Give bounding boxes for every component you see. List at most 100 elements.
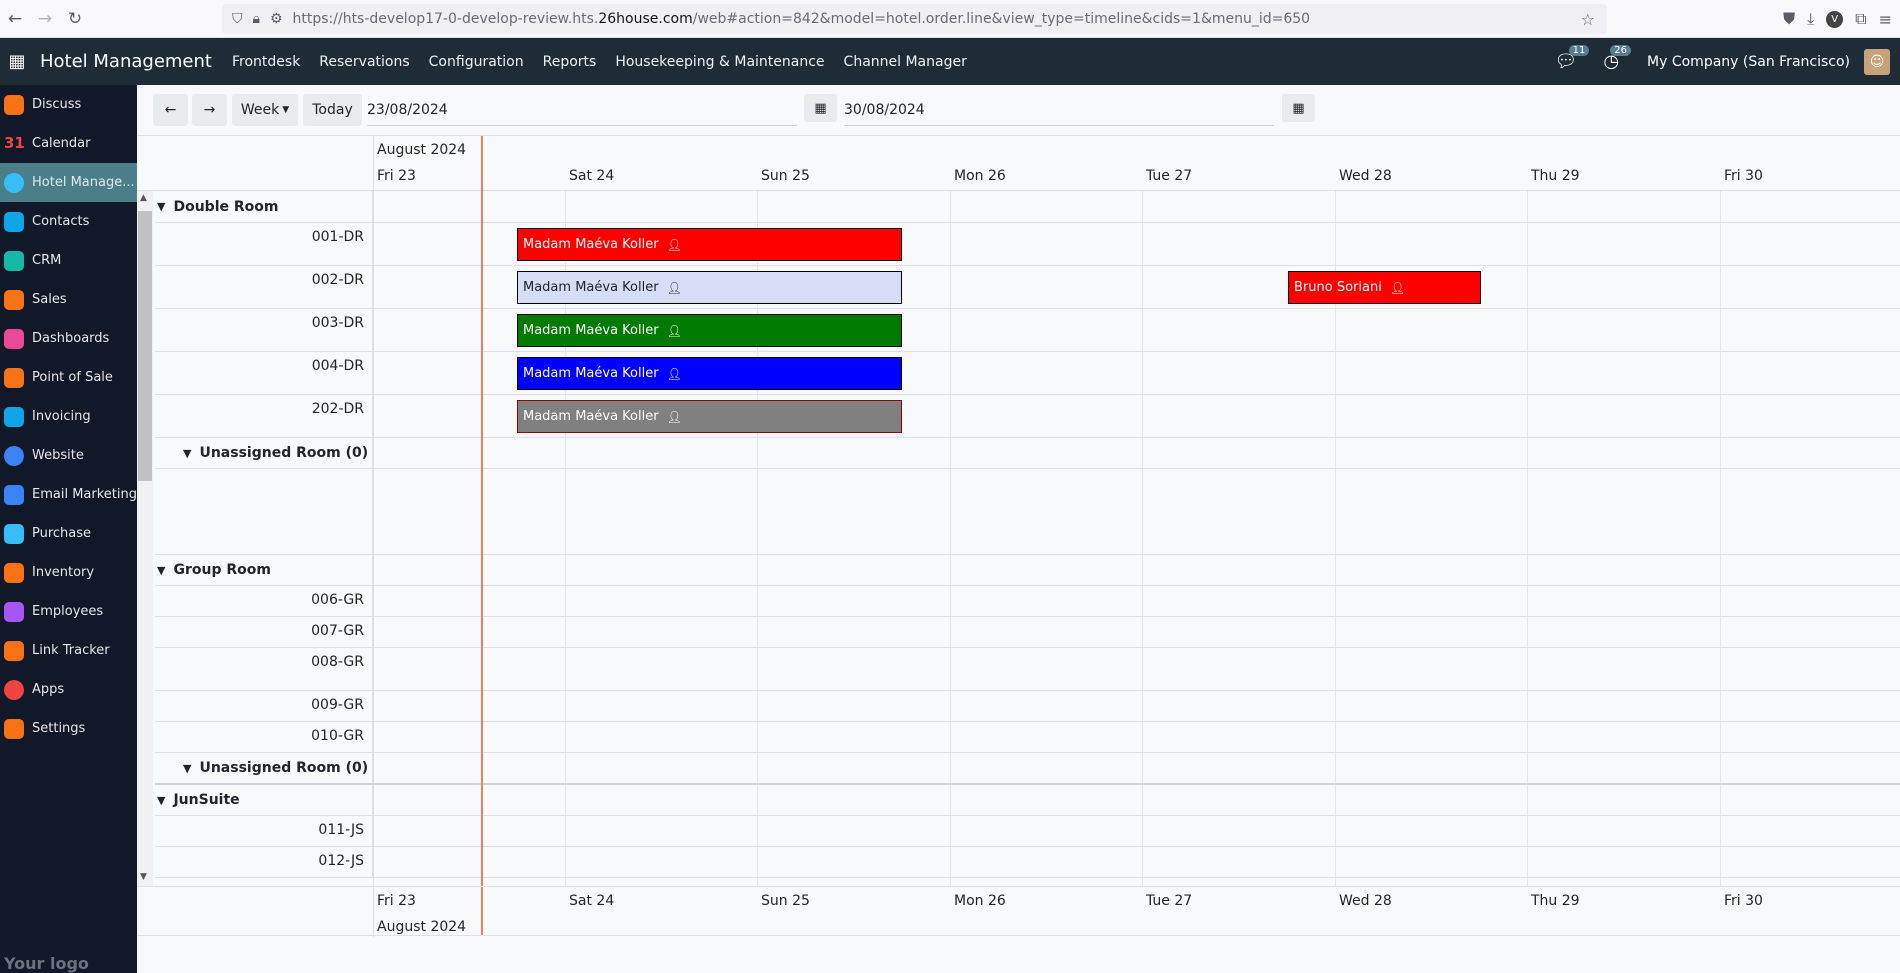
room-label: 006-GR [155, 586, 373, 616]
reservation-pill[interactable]: Madam Maéva Koller 👤︎ [517, 271, 902, 304]
sidebar-item-crm[interactable]: CRM [0, 241, 137, 280]
month-label: August 2024 [377, 142, 467, 158]
group-label: Group Room [173, 562, 271, 578]
sales-icon [4, 289, 24, 310]
menu-frontdesk[interactable]: Frontdesk [232, 54, 300, 70]
sidebar-item-employees[interactable]: Employees [0, 592, 137, 631]
room-label: 004-DR [155, 352, 373, 394]
reservation-pill[interactable]: Madam Maéva Koller 👤︎ [517, 314, 902, 347]
extension-v-icon[interactable]: V [1826, 10, 1844, 28]
day-mon-26: Mon 26 [954, 168, 1006, 184]
reservation-pill[interactable]: Bruno Soriani 👤︎ [1288, 271, 1481, 304]
group-row-group-unassigned[interactable]: ▼ Unassigned Room (0) [155, 753, 1900, 785]
start-date-input[interactable]: 23/08/2024 [367, 94, 797, 126]
employees-icon [4, 601, 24, 622]
scroll-thumb[interactable] [138, 211, 152, 481]
sidebar-item-email-marketing[interactable]: Email Marketing [0, 475, 137, 514]
footer-day-sun-25: Sun 25 [761, 893, 810, 909]
sidebar-item-discuss[interactable]: Discuss [0, 85, 137, 124]
group-row-double-unassigned[interactable]: ▼ Unassigned Room (0) [155, 438, 1900, 469]
lock-icon[interactable]: 🔒︎ [253, 11, 260, 27]
sidebar-item-sales[interactable]: Sales [0, 280, 137, 319]
person-icon: 👤︎ [1389, 280, 1406, 295]
sidebar-item-point-of-sale[interactable]: Point of Sale [0, 358, 137, 397]
permissions-icon[interactable]: ⚙ [270, 11, 283, 27]
reload-icon[interactable]: ↻ [60, 9, 90, 29]
group-row-group-room[interactable]: ▼ Group Room [155, 555, 1900, 586]
scale-dropdown[interactable]: Week ▼ [232, 94, 298, 126]
sidebar-item-link-tracker[interactable]: Link Tracker [0, 631, 137, 670]
reservation-pill[interactable]: Madam Maéva Koller 👤︎ [517, 357, 902, 390]
sidebar-item-inventory[interactable]: Inventory [0, 553, 137, 592]
email-marketing-icon [4, 484, 24, 505]
person-icon: 👤︎ [666, 280, 682, 295]
scroll-up-icon[interactable]: ▲ [140, 193, 147, 203]
end-calendar-icon[interactable]: ▦ [1282, 94, 1315, 122]
menu-configuration[interactable]: Configuration [429, 54, 524, 70]
sidebar-item-settings[interactable]: Settings [0, 709, 137, 748]
menu-reservations[interactable]: Reservations [319, 54, 409, 70]
collapse-triangle-icon[interactable]: ▼ [183, 447, 191, 460]
apps-sidebar: Discuss 31 Calendar Hotel Manage... Conta… [0, 85, 137, 973]
menu-housekeeping[interactable]: Housekeeping & Maintenance [615, 54, 824, 70]
group-label: JunSuite [173, 792, 240, 808]
apps-icon [4, 679, 24, 700]
next-button[interactable]: → [192, 94, 227, 126]
forward-icon[interactable]: → [30, 9, 60, 29]
sidebar-item-purchase[interactable]: Purchase [0, 514, 137, 553]
shield-icon[interactable]: ⛉ [232, 11, 243, 27]
company-switcher[interactable]: My Company (San Francisco) [1647, 54, 1850, 70]
extensions-icon[interactable]: ⧉ [1855, 9, 1866, 29]
empty-row [155, 469, 1900, 555]
room-row-002-dr: 002-DR [155, 266, 1900, 309]
sidebar-item-contacts[interactable]: Contacts [0, 202, 137, 241]
room-row-011-js: 011-JS [155, 816, 1900, 847]
user-avatar[interactable]: ☺ [1864, 48, 1890, 75]
sidebar-item-calendar[interactable]: 31 Calendar [0, 124, 137, 163]
messages-icon[interactable]: 💬︎ 11 [1554, 45, 1590, 72]
apps-grid-icon[interactable]: ▦ [2, 51, 32, 72]
pocket-icon[interactable]: ⛊ [1783, 9, 1795, 29]
crm-icon [4, 250, 24, 271]
address-bar[interactable]: ⛉ 🔒︎ ⚙ https://hts-develop17-0-develop-r… [222, 4, 1607, 34]
today-button[interactable]: Today [303, 94, 362, 126]
prev-button[interactable]: ← [153, 94, 188, 126]
sidebar-item-dashboards[interactable]: Dashboards [0, 319, 137, 358]
url-text[interactable]: https://hts-develop17-0-develop-review.h… [293, 11, 1311, 27]
day-wed-28: Wed 28 [1339, 168, 1392, 184]
invoicing-icon [4, 406, 24, 427]
collapse-triangle-icon[interactable]: ▼ [157, 200, 165, 213]
bookmark-star-icon[interactable]: ☆ [1581, 10, 1595, 29]
group-row-double-room[interactable]: ▼ Double Room [155, 191, 1900, 223]
day-thu-29: Thu 29 [1531, 168, 1580, 184]
menu-reports[interactable]: Reports [543, 54, 597, 70]
activities-icon[interactable]: ◷ 26 [1603, 45, 1632, 72]
start-calendar-icon[interactable]: ▦ [804, 94, 837, 122]
vertical-scrollbar[interactable]: ▲ ▼ [137, 191, 153, 886]
app-title[interactable]: Hotel Management [40, 51, 212, 72]
sidebar-item-invoicing[interactable]: Invoicing [0, 397, 137, 436]
back-icon[interactable]: ← [0, 9, 30, 29]
discuss-icon [4, 94, 24, 115]
menu-channel-manager[interactable]: Channel Manager [844, 54, 967, 70]
reservation-pill[interactable]: Madam Maéva Koller 👤︎ [517, 400, 902, 433]
sidebar-item-hotel-management[interactable]: Hotel Manage... [0, 163, 137, 202]
collapse-triangle-icon[interactable]: ▼ [183, 762, 191, 775]
sidebar-item-apps[interactable]: Apps [0, 670, 137, 709]
footer-day-wed-28: Wed 28 [1339, 893, 1392, 909]
day-sun-25: Sun 25 [761, 168, 810, 184]
footer-day-fri-30: Fri 30 [1724, 893, 1763, 909]
download-icon[interactable]: ⤓ [1807, 9, 1814, 29]
group-row-junsuite[interactable]: ▼ JunSuite [155, 785, 1900, 816]
collapse-triangle-icon[interactable]: ▼ [157, 794, 165, 807]
menu-icon[interactable]: ≡ [1879, 10, 1892, 29]
collapse-triangle-icon[interactable]: ▼ [157, 564, 165, 577]
end-date-input[interactable]: 30/08/2024 [844, 94, 1274, 126]
reservation-timeline: August 2024 Fri 23 Sat 24 Sun 25 Mon 26 … [137, 135, 1900, 937]
reservation-pill[interactable]: Madam Maéva Koller 👤︎ [517, 228, 902, 261]
room-label: 002-DR [155, 266, 373, 308]
sidebar-item-website[interactable]: Website [0, 436, 137, 475]
scroll-down-icon[interactable]: ▼ [140, 872, 147, 882]
current-time-line [481, 136, 483, 936]
footer-month-label: August 2024 [377, 919, 467, 935]
